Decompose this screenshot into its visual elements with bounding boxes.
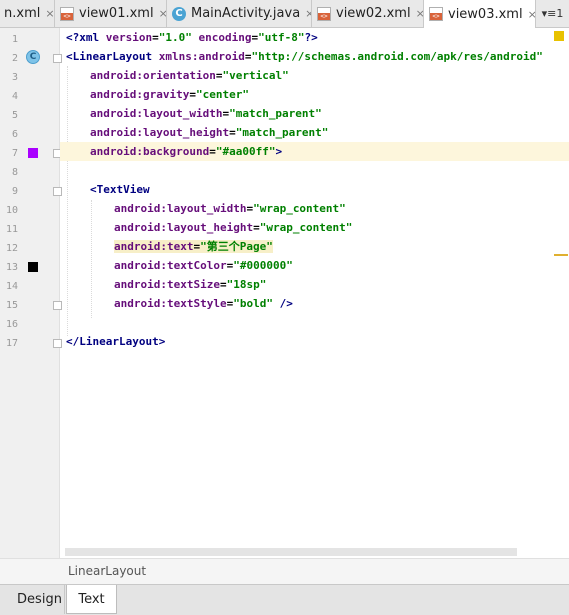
code-line-2: <LinearLayout xmlns:android="http://sche… xyxy=(66,50,543,63)
line-number: 5 xyxy=(11,110,18,121)
code-line-12: android:text="第三个Page" xyxy=(114,240,273,253)
code-line-7-current: android:background="#aa00ff"> xyxy=(60,142,569,161)
code-line-4: android:gravity="center" xyxy=(90,88,249,101)
tab-label: view01.xml xyxy=(79,6,154,21)
tab-label: view03.xml xyxy=(448,6,523,22)
code-line-17: </LinearLayout> xyxy=(66,335,166,348)
xml-file-icon xyxy=(60,6,74,21)
close-icon[interactable]: × xyxy=(416,7,423,20)
tabs-overflow-button[interactable]: ▾≡1 xyxy=(536,0,569,27)
tab-text[interactable]: Text xyxy=(66,585,117,614)
code-line-9: <TextView xyxy=(90,183,150,196)
line-number: 9 xyxy=(11,186,18,197)
code-line-15: android:textStyle="bold" /> xyxy=(114,297,293,310)
breadcrumb: LinearLayout xyxy=(0,558,569,584)
color-swatch-icon[interactable] xyxy=(28,148,38,158)
code-line-1: <?xml version="1.0" encoding="utf-8"?> xyxy=(66,31,318,44)
tab-view02-xml[interactable]: view02.xml × xyxy=(312,0,424,27)
line-number: 13 xyxy=(5,262,18,273)
java-class-icon: C xyxy=(172,6,186,21)
editor-tab-bar: n.xml × view01.xml × C MainActivity.java… xyxy=(0,0,569,28)
close-icon[interactable]: × xyxy=(528,8,535,21)
tab-main-xml[interactable]: n.xml × xyxy=(0,0,55,27)
code-line-11: android:layout_height="wrap_content" xyxy=(114,221,353,234)
line-number: 17 xyxy=(5,338,18,349)
close-icon[interactable]: × xyxy=(159,7,166,20)
tab-mainactivity-java[interactable]: C MainActivity.java × xyxy=(167,0,312,27)
code-line-3: android:orientation="vertical" xyxy=(90,69,289,82)
line-number: 16 xyxy=(5,319,18,330)
tab-label: view02.xml xyxy=(336,6,411,21)
code-line-10: android:layout_width="wrap_content" xyxy=(114,202,346,215)
line-number: 4 xyxy=(11,91,18,102)
line-number: 1 xyxy=(11,34,18,45)
editor-mode-tabs: Design Text xyxy=(0,584,569,615)
line-number: 10 xyxy=(5,205,18,216)
xml-file-icon xyxy=(317,6,331,21)
tab-view03-xml[interactable]: view03.xml × xyxy=(424,0,536,28)
tab-label: n.xml xyxy=(4,6,41,21)
code-line-14: android:textSize="18sp" xyxy=(114,278,267,291)
editor-gutter: 1 2 3 4 5 6 7 8 9 10 11 12 13 14 15 16 1… xyxy=(0,28,60,558)
line-number: 8 xyxy=(11,167,18,178)
close-icon[interactable]: × xyxy=(45,7,54,20)
line-number: 12 xyxy=(5,243,18,254)
code-line-6: android:layout_height="match_parent" xyxy=(90,126,329,139)
line-number: 15 xyxy=(5,300,18,311)
xml-file-icon xyxy=(429,7,443,21)
line-number: 6 xyxy=(11,129,18,140)
breadcrumb-item[interactable]: LinearLayout xyxy=(68,564,146,578)
line-number: 11 xyxy=(5,224,18,235)
line-number: 14 xyxy=(5,281,18,292)
tab-design[interactable]: Design xyxy=(15,585,65,614)
line-number: 2 xyxy=(11,53,18,64)
tab-view01-xml[interactable]: view01.xml × xyxy=(55,0,167,27)
code-editor[interactable]: 1 2 3 4 5 6 7 8 9 10 11 12 13 14 15 16 1… xyxy=(0,28,569,558)
line-number: 7 xyxy=(11,148,18,159)
scrollbar-marker[interactable] xyxy=(554,254,568,256)
class-reference-icon[interactable]: C xyxy=(26,50,40,64)
color-swatch-icon[interactable] xyxy=(28,262,38,272)
code-area[interactable]: <?xml version="1.0" encoding="utf-8"?> <… xyxy=(60,28,569,558)
tab-label: MainActivity.java xyxy=(191,6,301,21)
close-icon[interactable]: × xyxy=(305,7,311,20)
code-line-5: android:layout_width="match_parent" xyxy=(90,107,322,120)
line-number: 3 xyxy=(11,72,18,83)
inspection-status-icon[interactable] xyxy=(554,31,564,41)
horizontal-scrollbar[interactable] xyxy=(65,548,517,556)
code-line-13: android:textColor="#000000" xyxy=(114,259,293,272)
